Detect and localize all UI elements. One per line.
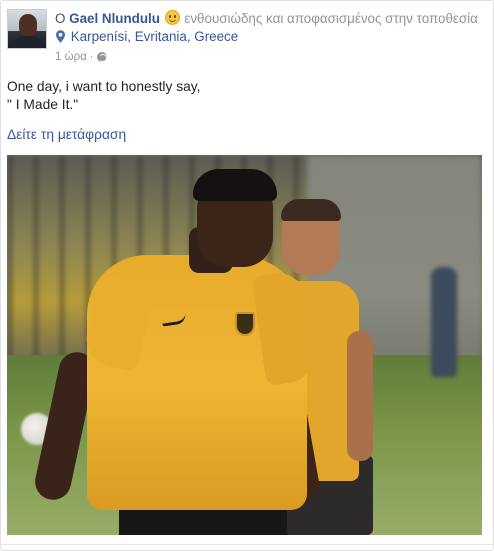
jersey-club-crest (235, 312, 255, 336)
author-avatar[interactable] (7, 9, 47, 49)
author-prefix: O (55, 11, 66, 26)
photo-player1-hair (193, 169, 277, 201)
timestamp-link[interactable]: 1 ώρα (55, 51, 87, 63)
feeling-text: ενθουσιώδης και αποφασισμένος στην τοποθ… (184, 11, 478, 26)
avatar-head (19, 14, 37, 36)
post-header-text: O Gael Nlundulu ενθουσιώδης και αποφασισ… (55, 10, 485, 46)
post-header: O Gael Nlundulu ενθουσιώδης και αποφασισ… (7, 9, 487, 69)
see-translation-link[interactable]: Δείτε τη μετάφραση (7, 127, 126, 142)
meta-separator: · (89, 51, 94, 63)
avatar-shoulders (11, 36, 45, 48)
photo-player2-arm (347, 331, 373, 461)
post-meta: 1 ώρα · (55, 51, 107, 63)
facebook-post-card: O Gael Nlundulu ενθουσιώδης και αποφασισ… (0, 0, 494, 551)
photo-background-person (431, 267, 457, 377)
smiley-face-icon (164, 10, 180, 25)
post-text-line-1: One day, i want to honestly say, (7, 79, 201, 94)
post-body-text: One day, i want to honestly say, " I Mad… (7, 78, 487, 114)
author-name-link[interactable]: Gael Nlundulu (69, 11, 160, 26)
post-text-line-2: " I Made It." (7, 97, 79, 112)
photo-player2-hair (281, 199, 341, 221)
globe-icon[interactable] (96, 52, 107, 62)
location-pin-icon (56, 30, 65, 43)
card-bottom-divider (1, 544, 494, 545)
location-link[interactable]: Karpenísi, Evritania, Greece (71, 29, 238, 44)
post-photo[interactable] (7, 155, 482, 535)
